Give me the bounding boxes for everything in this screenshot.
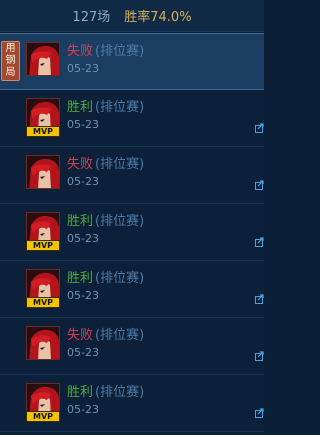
match-row[interactable]: 用 钢 局 失败 (排位赛) 05-23 <box>0 33 264 90</box>
mode-label: (排位赛) <box>95 44 145 59</box>
match-row[interactable]: MVP 胜利 (排位赛) 05-23 <box>0 375 264 432</box>
result-label: 胜利 <box>67 271 94 286</box>
tag-char: 钢 <box>5 55 16 66</box>
mode-label: (排位赛) <box>95 385 145 400</box>
tag-char: 用 <box>5 43 16 54</box>
match-result: 胜利 (排位赛) <box>67 271 144 287</box>
champion-portrait-icon <box>26 42 60 76</box>
result-label: 失败 <box>67 328 94 343</box>
result-label: 胜利 <box>67 385 94 400</box>
result-label: 胜利 <box>67 100 94 115</box>
match-result: 胜利 (排位赛) <box>67 100 144 116</box>
result-label: 胜利 <box>67 214 94 229</box>
match-date: 05-23 <box>67 403 99 416</box>
result-label: 失败 <box>67 157 94 172</box>
mvp-badge: MVP <box>26 297 60 308</box>
mode-label: (排位赛) <box>95 100 145 115</box>
mvp-badge: MVP <box>26 240 60 251</box>
share-icon[interactable] <box>255 237 264 247</box>
champion-portrait-icon <box>26 155 60 189</box>
match-date: 05-23 <box>67 289 99 302</box>
total-games: 127场 <box>72 10 111 25</box>
share-icon[interactable] <box>255 294 264 304</box>
mvp-badge: MVP <box>26 126 60 137</box>
mode-label: (排位赛) <box>95 157 145 172</box>
mode-label: (排位赛) <box>95 271 145 286</box>
match-date: 05-23 <box>67 346 99 359</box>
match-date: 05-23 <box>67 175 99 188</box>
win-rate: 胜率74.0% <box>124 10 192 25</box>
match-row[interactable]: MVP 胜利 (排位赛) 05-23 <box>0 204 264 261</box>
match-date: 05-23 <box>67 232 99 245</box>
summary-header: 127场 胜率74.0% <box>0 0 264 32</box>
match-list: 用 钢 局 失败 (排位赛) 05-23 MVP 胜利 (排位赛) 05-23 失败… <box>0 33 264 432</box>
mvp-badge: MVP <box>26 411 60 422</box>
match-row[interactable]: 失败 (排位赛) 05-23 <box>0 318 264 375</box>
match-row[interactable]: MVP 胜利 (排位赛) 05-23 <box>0 261 264 318</box>
match-row[interactable]: 失败 (排位赛) 05-23 <box>0 147 264 204</box>
share-icon[interactable] <box>255 408 264 418</box>
mode-label: (排位赛) <box>95 328 145 343</box>
tag-char: 局 <box>5 67 16 78</box>
share-icon[interactable] <box>255 123 264 133</box>
match-date: 05-23 <box>67 118 99 131</box>
mode-label: (排位赛) <box>95 214 145 229</box>
tag-badge: 用 钢 局 <box>1 41 20 81</box>
match-result: 失败 (排位赛) <box>67 44 144 60</box>
result-label: 失败 <box>67 44 94 59</box>
match-result: 失败 (排位赛) <box>67 328 144 344</box>
match-result: 失败 (排位赛) <box>67 157 144 173</box>
champion-portrait-icon <box>26 326 60 360</box>
share-icon[interactable] <box>255 180 264 190</box>
match-date: 05-23 <box>67 62 99 75</box>
match-result: 胜利 (排位赛) <box>67 385 144 401</box>
match-result: 胜利 (排位赛) <box>67 214 144 230</box>
share-icon[interactable] <box>255 351 264 361</box>
match-row[interactable]: MVP 胜利 (排位赛) 05-23 <box>0 90 264 147</box>
